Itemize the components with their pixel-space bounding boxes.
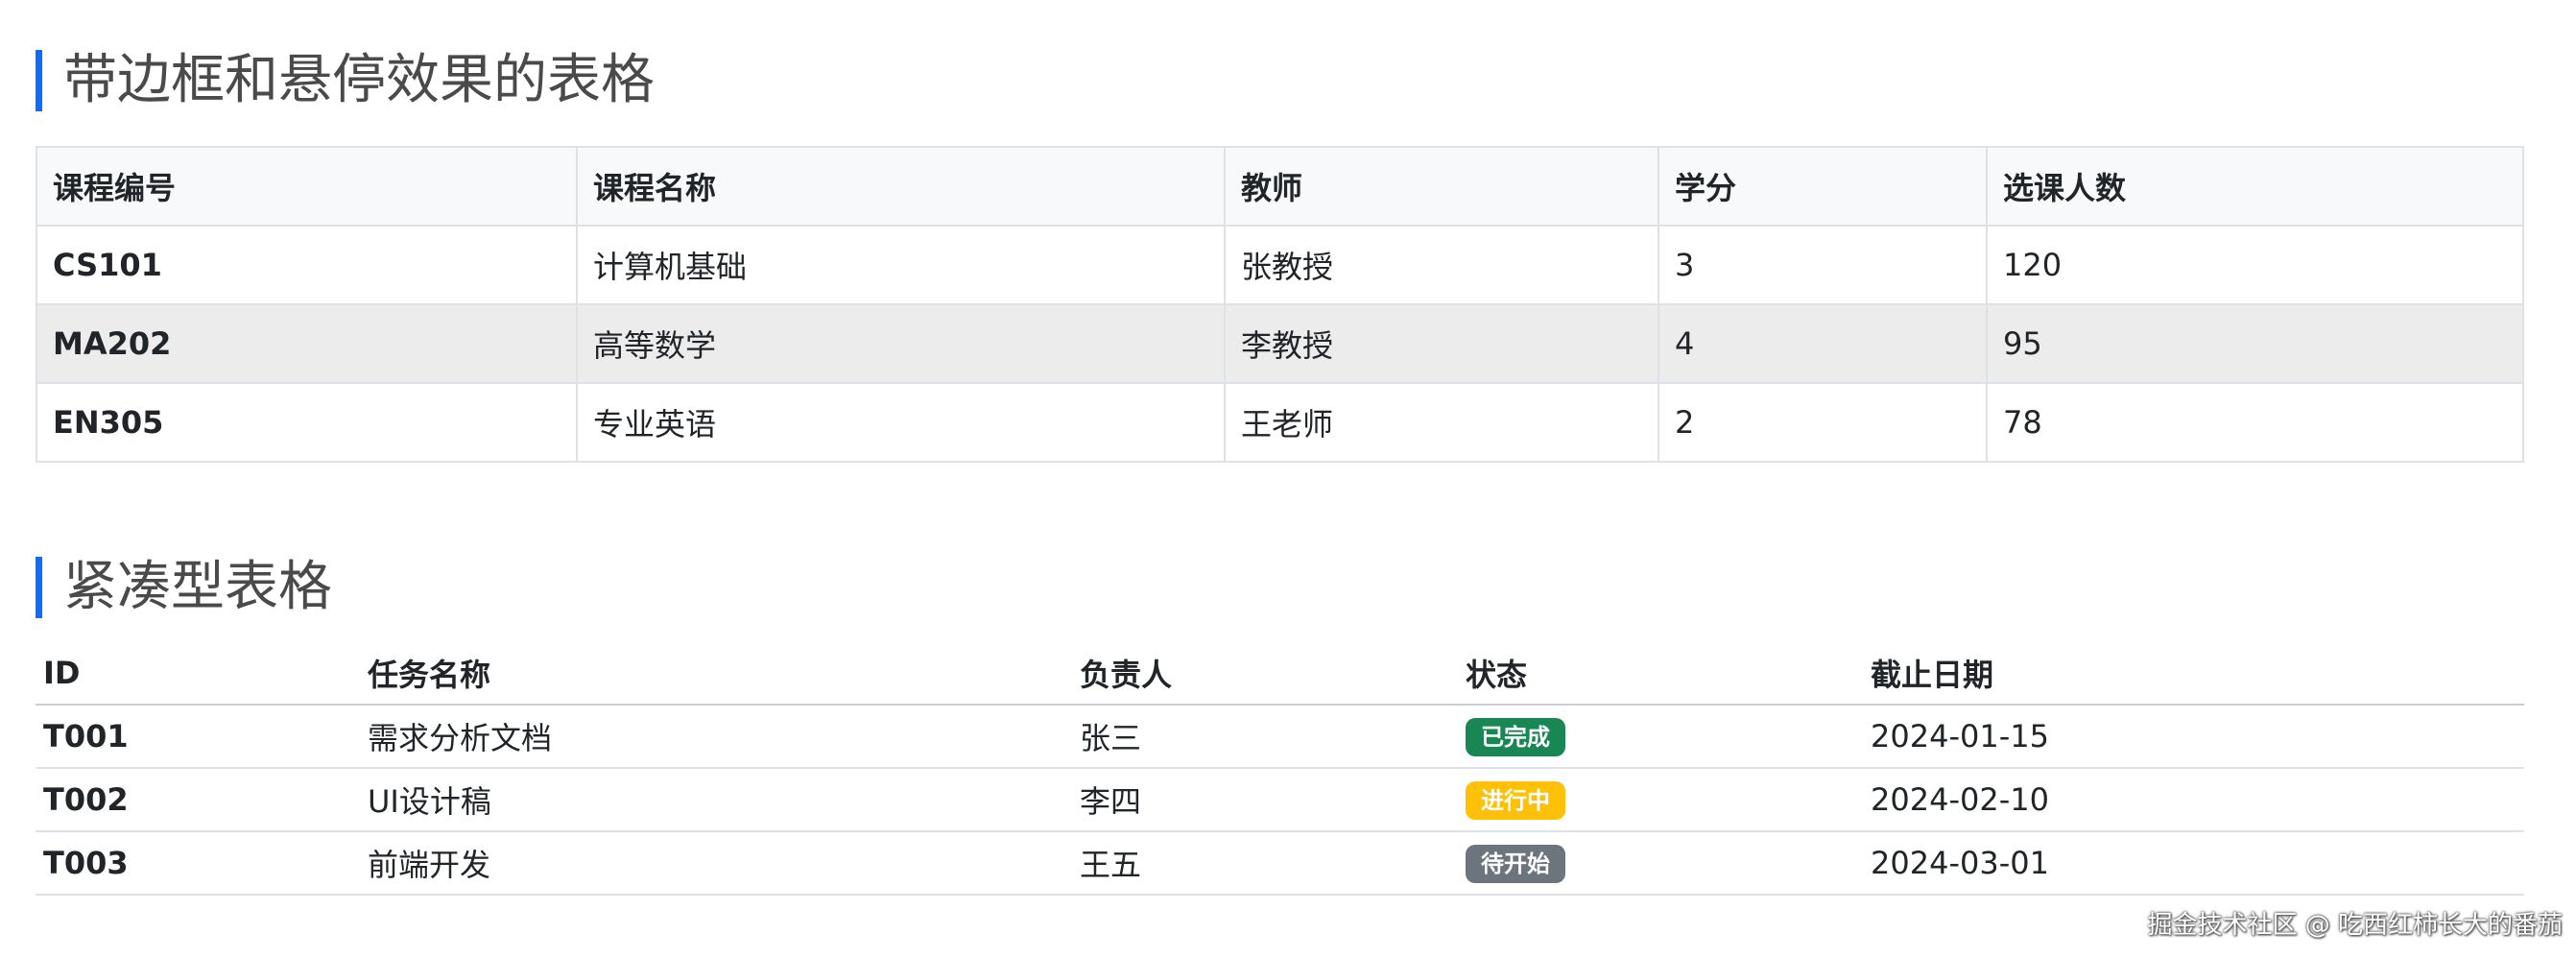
course-name-cell: 高等数学 (576, 303, 1226, 384)
status-cell: 进行中 (1458, 768, 1863, 832)
status-cell: 已完成 (1458, 705, 1863, 769)
enrolled-cell: 95 (1986, 303, 2524, 384)
table-row[interactable]: T002 UI设计稿 李四 进行中 2024-02-10 (36, 768, 2524, 832)
credits-cell: 3 (1658, 225, 1988, 305)
course-name-cell: 计算机基础 (576, 225, 1226, 305)
task-id-cell: T002 (36, 768, 360, 832)
status-badge: 待开始 (1466, 845, 1565, 883)
enrolled-cell: 78 (1986, 382, 2524, 463)
course-code-cell: MA202 (36, 303, 578, 384)
table-row-hovered[interactable]: MA202 高等数学 李教授 4 95 (36, 303, 2524, 384)
teacher-cell: 王老师 (1224, 382, 1659, 463)
deadline-cell: 2024-01-15 (1863, 705, 2524, 769)
enrolled-cell: 120 (1986, 225, 2524, 305)
course-name-cell: 专业英语 (576, 382, 1226, 463)
teacher-cell: 李教授 (1224, 303, 1659, 384)
credits-cell: 4 (1658, 303, 1988, 384)
task-name-cell: 需求分析文档 (360, 705, 1072, 769)
task-table: ID 任务名称 负责人 状态 截止日期 T001 需求分析文档 张三 已完成 2… (36, 641, 2524, 896)
owner-cell: 李四 (1072, 768, 1458, 832)
column-header-enrolled: 选课人数 (1986, 146, 2524, 227)
status-badge: 进行中 (1466, 781, 1565, 820)
column-header-owner: 负责人 (1072, 641, 1458, 706)
deadline-cell: 2024-02-10 (1863, 768, 2524, 832)
column-header-task-name: 任务名称 (360, 641, 1072, 706)
task-id-cell: T001 (36, 705, 360, 769)
table-header-row: 课程编号 课程名称 教师 学分 选课人数 (36, 146, 2524, 227)
course-code-cell: EN305 (36, 382, 578, 463)
column-header-course-name: 课程名称 (576, 146, 1226, 227)
status-cell: 待开始 (1458, 831, 1863, 896)
compact-table-section: 紧凑型表格 ID 任务名称 负责人 状态 截止日期 T001 需求分析文档 张三… (36, 557, 2524, 896)
table-header-row: ID 任务名称 负责人 状态 截止日期 (36, 641, 2524, 706)
table-row[interactable]: T003 前端开发 王五 待开始 2024-03-01 (36, 831, 2524, 896)
owner-cell: 张三 (1072, 705, 1458, 769)
table-row[interactable]: T001 需求分析文档 张三 已完成 2024-01-15 (36, 705, 2524, 769)
teacher-cell: 张教授 (1224, 225, 1659, 305)
section-title-compact: 紧凑型表格 (36, 557, 2524, 618)
course-code-cell: CS101 (36, 225, 578, 305)
watermark-text: 掘金技术社区 @ 吃西红柿长大的番茄 (2147, 911, 2563, 940)
deadline-cell: 2024-03-01 (1863, 831, 2524, 896)
column-header-teacher: 教师 (1224, 146, 1659, 227)
column-header-status: 状态 (1458, 641, 1863, 706)
credits-cell: 2 (1658, 382, 1988, 463)
section-title-bordered: 带边框和悬停效果的表格 (36, 50, 2524, 111)
task-name-cell: UI设计稿 (360, 768, 1072, 832)
column-header-credits: 学分 (1658, 146, 1988, 227)
status-badge: 已完成 (1466, 718, 1565, 756)
task-name-cell: 前端开发 (360, 831, 1072, 896)
course-table: 课程编号 课程名称 教师 学分 选课人数 CS101 计算机基础 张教授 3 1… (36, 146, 2524, 463)
table-row[interactable]: CS101 计算机基础 张教授 3 120 (36, 225, 2524, 305)
column-header-course-code: 课程编号 (36, 146, 578, 227)
task-id-cell: T003 (36, 831, 360, 896)
table-row[interactable]: EN305 专业英语 王老师 2 78 (36, 382, 2524, 463)
column-header-id: ID (36, 641, 360, 706)
bordered-table-section: 带边框和悬停效果的表格 课程编号 课程名称 教师 学分 选课人数 CS101 计… (36, 50, 2524, 463)
column-header-deadline: 截止日期 (1863, 641, 2524, 706)
owner-cell: 王五 (1072, 831, 1458, 896)
